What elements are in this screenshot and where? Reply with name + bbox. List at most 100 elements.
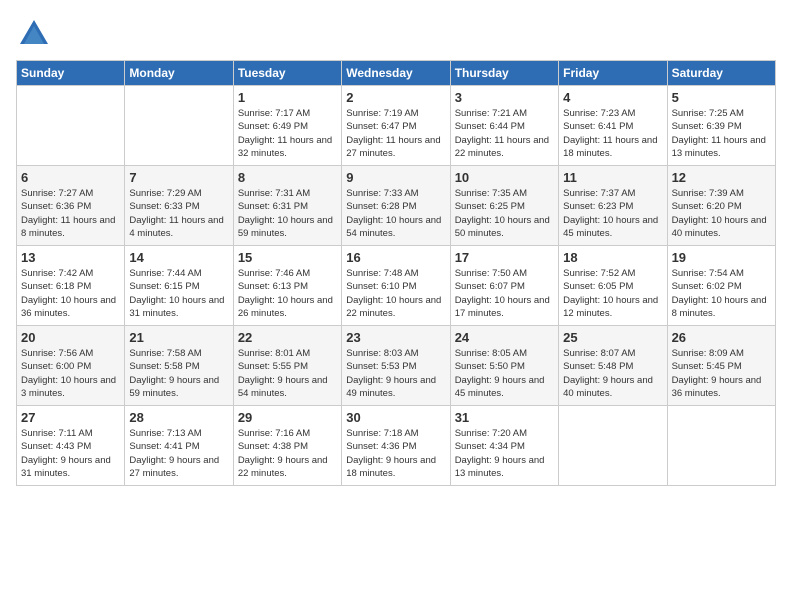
week-row-4: 27 Sunrise: 7:11 AM Sunset: 4:43 PM Dayli… xyxy=(17,406,776,486)
header-tuesday: Tuesday xyxy=(233,61,341,86)
day-number: 19 xyxy=(672,250,771,265)
day-number: 1 xyxy=(238,90,337,105)
day-number: 23 xyxy=(346,330,445,345)
calendar-cell: 3 Sunrise: 7:21 AM Sunset: 6:44 PM Daylig… xyxy=(450,86,558,166)
day-info: Sunrise: 8:07 AM Sunset: 5:48 PM Dayligh… xyxy=(563,347,662,400)
logo-icon xyxy=(16,16,52,52)
calendar-cell xyxy=(559,406,667,486)
week-row-0: 1 Sunrise: 7:17 AM Sunset: 6:49 PM Daylig… xyxy=(17,86,776,166)
day-info: Sunrise: 7:56 AM Sunset: 6:00 PM Dayligh… xyxy=(21,347,120,400)
day-info: Sunrise: 7:29 AM Sunset: 6:33 PM Dayligh… xyxy=(129,187,228,240)
calendar-cell: 27 Sunrise: 7:11 AM Sunset: 4:43 PM Dayli… xyxy=(17,406,125,486)
calendar-cell: 4 Sunrise: 7:23 AM Sunset: 6:41 PM Daylig… xyxy=(559,86,667,166)
calendar-cell: 13 Sunrise: 7:42 AM Sunset: 6:18 PM Dayli… xyxy=(17,246,125,326)
day-number: 24 xyxy=(455,330,554,345)
day-number: 13 xyxy=(21,250,120,265)
header-thursday: Thursday xyxy=(450,61,558,86)
calendar-cell: 22 Sunrise: 8:01 AM Sunset: 5:55 PM Dayli… xyxy=(233,326,341,406)
calendar-cell: 14 Sunrise: 7:44 AM Sunset: 6:15 PM Dayli… xyxy=(125,246,233,326)
calendar-cell: 21 Sunrise: 7:58 AM Sunset: 5:58 PM Dayli… xyxy=(125,326,233,406)
day-info: Sunrise: 7:31 AM Sunset: 6:31 PM Dayligh… xyxy=(238,187,337,240)
day-info: Sunrise: 7:52 AM Sunset: 6:05 PM Dayligh… xyxy=(563,267,662,320)
calendar-cell xyxy=(17,86,125,166)
day-number: 4 xyxy=(563,90,662,105)
calendar-cell xyxy=(667,406,775,486)
day-number: 17 xyxy=(455,250,554,265)
day-info: Sunrise: 7:50 AM Sunset: 6:07 PM Dayligh… xyxy=(455,267,554,320)
calendar-cell: 6 Sunrise: 7:27 AM Sunset: 6:36 PM Daylig… xyxy=(17,166,125,246)
header-sunday: Sunday xyxy=(17,61,125,86)
day-number: 5 xyxy=(672,90,771,105)
day-info: Sunrise: 8:01 AM Sunset: 5:55 PM Dayligh… xyxy=(238,347,337,400)
header-monday: Monday xyxy=(125,61,233,86)
calendar-cell: 12 Sunrise: 7:39 AM Sunset: 6:20 PM Dayli… xyxy=(667,166,775,246)
calendar-cell: 31 Sunrise: 7:20 AM Sunset: 4:34 PM Dayli… xyxy=(450,406,558,486)
day-info: Sunrise: 7:20 AM Sunset: 4:34 PM Dayligh… xyxy=(455,427,554,480)
calendar-cell: 24 Sunrise: 8:05 AM Sunset: 5:50 PM Dayli… xyxy=(450,326,558,406)
day-info: Sunrise: 7:18 AM Sunset: 4:36 PM Dayligh… xyxy=(346,427,445,480)
day-info: Sunrise: 7:16 AM Sunset: 4:38 PM Dayligh… xyxy=(238,427,337,480)
header-saturday: Saturday xyxy=(667,61,775,86)
day-number: 28 xyxy=(129,410,228,425)
calendar-cell: 19 Sunrise: 7:54 AM Sunset: 6:02 PM Dayli… xyxy=(667,246,775,326)
day-number: 8 xyxy=(238,170,337,185)
day-info: Sunrise: 7:58 AM Sunset: 5:58 PM Dayligh… xyxy=(129,347,228,400)
day-number: 20 xyxy=(21,330,120,345)
calendar-cell: 5 Sunrise: 7:25 AM Sunset: 6:39 PM Daylig… xyxy=(667,86,775,166)
day-info: Sunrise: 7:46 AM Sunset: 6:13 PM Dayligh… xyxy=(238,267,337,320)
calendar-cell: 20 Sunrise: 7:56 AM Sunset: 6:00 PM Dayli… xyxy=(17,326,125,406)
header-wednesday: Wednesday xyxy=(342,61,450,86)
calendar-cell: 30 Sunrise: 7:18 AM Sunset: 4:36 PM Dayli… xyxy=(342,406,450,486)
day-number: 12 xyxy=(672,170,771,185)
day-info: Sunrise: 8:05 AM Sunset: 5:50 PM Dayligh… xyxy=(455,347,554,400)
day-info: Sunrise: 7:23 AM Sunset: 6:41 PM Dayligh… xyxy=(563,107,662,160)
calendar-cell: 8 Sunrise: 7:31 AM Sunset: 6:31 PM Daylig… xyxy=(233,166,341,246)
day-number: 30 xyxy=(346,410,445,425)
day-number: 27 xyxy=(21,410,120,425)
day-number: 16 xyxy=(346,250,445,265)
day-info: Sunrise: 7:39 AM Sunset: 6:20 PM Dayligh… xyxy=(672,187,771,240)
calendar-cell xyxy=(125,86,233,166)
calendar-cell: 11Sunrise: 7:37 AM Sunset: 6:23 PM Dayli… xyxy=(559,166,667,246)
day-info: Sunrise: 8:09 AM Sunset: 5:45 PM Dayligh… xyxy=(672,347,771,400)
day-info: Sunrise: 7:42 AM Sunset: 6:18 PM Dayligh… xyxy=(21,267,120,320)
calendar-cell: 2 Sunrise: 7:19 AM Sunset: 6:47 PM Daylig… xyxy=(342,86,450,166)
week-row-2: 13 Sunrise: 7:42 AM Sunset: 6:18 PM Dayli… xyxy=(17,246,776,326)
day-number: 6 xyxy=(21,170,120,185)
page-header xyxy=(16,16,776,52)
calendar-cell: 18 Sunrise: 7:52 AM Sunset: 6:05 PM Dayli… xyxy=(559,246,667,326)
day-info: Sunrise: 7:48 AM Sunset: 6:10 PM Dayligh… xyxy=(346,267,445,320)
day-number: 21 xyxy=(129,330,228,345)
week-row-3: 20 Sunrise: 7:56 AM Sunset: 6:00 PM Dayli… xyxy=(17,326,776,406)
week-row-1: 6 Sunrise: 7:27 AM Sunset: 6:36 PM Daylig… xyxy=(17,166,776,246)
calendar-cell: 26Sunrise: 8:09 AM Sunset: 5:45 PM Dayli… xyxy=(667,326,775,406)
day-info: Sunrise: 7:44 AM Sunset: 6:15 PM Dayligh… xyxy=(129,267,228,320)
day-number: 15 xyxy=(238,250,337,265)
day-number: 25 xyxy=(563,330,662,345)
day-info: Sunrise: 7:17 AM Sunset: 6:49 PM Dayligh… xyxy=(238,107,337,160)
day-info: Sunrise: 7:27 AM Sunset: 6:36 PM Dayligh… xyxy=(21,187,120,240)
calendar-cell: 28Sunrise: 7:13 AM Sunset: 4:41 PM Dayli… xyxy=(125,406,233,486)
day-number: 2 xyxy=(346,90,445,105)
day-info: Sunrise: 7:25 AM Sunset: 6:39 PM Dayligh… xyxy=(672,107,771,160)
day-number: 29 xyxy=(238,410,337,425)
calendar-cell: 17 Sunrise: 7:50 AM Sunset: 6:07 PM Dayli… xyxy=(450,246,558,326)
day-number: 18 xyxy=(563,250,662,265)
day-info: Sunrise: 7:33 AM Sunset: 6:28 PM Dayligh… xyxy=(346,187,445,240)
day-number: 3 xyxy=(455,90,554,105)
calendar-cell: 15 Sunrise: 7:46 AM Sunset: 6:13 PM Dayli… xyxy=(233,246,341,326)
day-info: Sunrise: 7:11 AM Sunset: 4:43 PM Dayligh… xyxy=(21,427,120,480)
day-info: Sunrise: 7:19 AM Sunset: 6:47 PM Dayligh… xyxy=(346,107,445,160)
day-number: 14 xyxy=(129,250,228,265)
calendar-header-row: SundayMondayTuesdayWednesdayThursdayFrid… xyxy=(17,61,776,86)
day-number: 31 xyxy=(455,410,554,425)
day-number: 11 xyxy=(563,170,662,185)
day-number: 7 xyxy=(129,170,228,185)
calendar-cell: 7 Sunrise: 7:29 AM Sunset: 6:33 PM Daylig… xyxy=(125,166,233,246)
day-number: 9 xyxy=(346,170,445,185)
day-info: Sunrise: 7:35 AM Sunset: 6:25 PM Dayligh… xyxy=(455,187,554,240)
day-number: 22 xyxy=(238,330,337,345)
day-info: Sunrise: 7:54 AM Sunset: 6:02 PM Dayligh… xyxy=(672,267,771,320)
day-info: Sunrise: 7:21 AM Sunset: 6:44 PM Dayligh… xyxy=(455,107,554,160)
calendar-cell: 29 Sunrise: 7:16 AM Sunset: 4:38 PM Dayli… xyxy=(233,406,341,486)
